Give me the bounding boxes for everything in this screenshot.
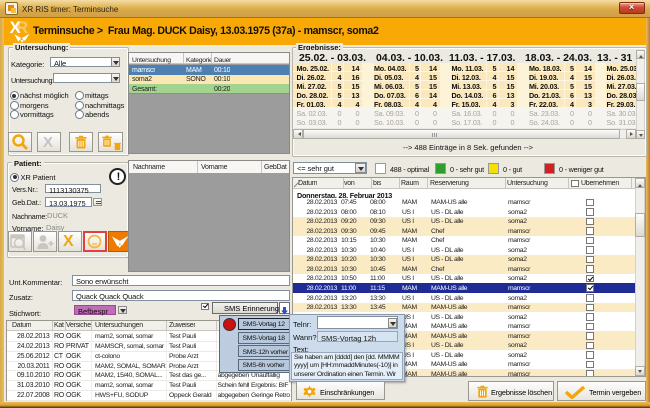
svg-text:X: X xyxy=(10,19,21,37)
